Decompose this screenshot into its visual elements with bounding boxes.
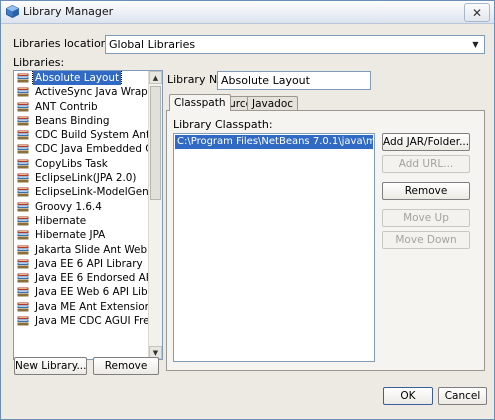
library-books-icon xyxy=(17,216,29,226)
library-books-icon xyxy=(17,159,29,169)
libraries-location-select[interactable]: Global Libraries ▼ xyxy=(105,35,485,54)
list-item[interactable]: Java ME CDC AGUI Free Layout xyxy=(14,314,148,328)
move-up-button[interactable]: Move Up xyxy=(382,209,470,227)
tab-classpath[interactable]: Classpath xyxy=(169,94,231,111)
list-item-label: ActiveSync Java Wrapper Library xyxy=(35,86,148,99)
close-button[interactable]: ✕ xyxy=(464,3,490,22)
close-icon: ✕ xyxy=(471,5,483,20)
list-item-label: Hibernate JPA xyxy=(35,229,106,242)
list-item-label: Hibernate xyxy=(35,214,87,227)
netbeans-cube-icon xyxy=(6,5,19,18)
library-name-value: Absolute Layout xyxy=(221,74,310,87)
ok-button[interactable]: OK xyxy=(383,387,433,405)
list-item-label: Java EE Web 6 API Library xyxy=(35,286,148,299)
list-item[interactable]: Jakarta Slide Ant WebDAV xyxy=(14,243,148,257)
library-books-icon xyxy=(17,202,29,212)
dialog-content: Libraries location: Global Libraries ▼ L… xyxy=(1,24,494,419)
list-item[interactable]: Absolute Layout xyxy=(14,71,148,86)
list-item[interactable]: CDC Java Embedded Client Build xyxy=(14,142,148,156)
library-books-icon xyxy=(17,245,29,255)
list-item-label: Java ME CDC AGUI Free Layout xyxy=(35,315,148,328)
libraries-list-items: Absolute LayoutActiveSync Java Wrapper L… xyxy=(14,71,148,328)
library-books-icon xyxy=(17,187,29,197)
list-item[interactable]: Java ME Ant Extension xyxy=(14,300,148,314)
list-item-label: ANT Contrib xyxy=(35,100,98,113)
scrollbar-thumb[interactable] xyxy=(150,86,161,200)
libraries-location-value: Global Libraries xyxy=(109,38,196,51)
libraries-list[interactable]: Absolute LayoutActiveSync Java Wrapper L… xyxy=(13,70,163,360)
list-item-label: CopyLibs Task xyxy=(35,157,108,170)
library-books-icon xyxy=(17,102,29,112)
list-item-label: Java EE 6 Endorsed API Library xyxy=(35,272,148,285)
list-item[interactable]: Groovy 1.6.4 xyxy=(14,200,148,214)
list-item[interactable]: EclipseLink-ModelGen(JPA 2.0) xyxy=(14,185,148,199)
list-item-label: Groovy 1.6.4 xyxy=(35,200,102,213)
library-books-icon xyxy=(17,73,29,83)
list-item-label: Beans Binding xyxy=(35,114,110,127)
list-item[interactable]: CDC Build System Ant Utilities xyxy=(14,128,148,142)
tab-javadoc[interactable]: Javadoc xyxy=(247,96,299,111)
scroll-up-icon[interactable]: ▲ xyxy=(149,71,162,84)
classpath-list[interactable]: C:\Program Files\NetBeans 7.0.1\java\mod… xyxy=(173,133,375,362)
library-name-field[interactable]: Absolute Layout xyxy=(217,71,371,90)
remove-entry-button[interactable]: Remove xyxy=(382,182,470,200)
library-books-icon xyxy=(17,144,29,154)
libraries-scrollbar[interactable]: ▲ ▼ xyxy=(148,71,162,359)
remove-library-button[interactable]: Remove xyxy=(93,357,159,375)
library-books-icon xyxy=(17,116,29,126)
library-manager-window: Library Manager ✕ Libraries location: Gl… xyxy=(0,0,495,420)
list-item[interactable]: Hibernate JPA xyxy=(14,228,148,242)
cancel-button[interactable]: Cancel xyxy=(438,387,487,405)
library-books-icon xyxy=(17,87,29,97)
list-item-label: Absolute Layout xyxy=(31,71,123,86)
list-item[interactable]: Hibernate xyxy=(14,214,148,228)
list-item[interactable]: Beans Binding xyxy=(14,114,148,128)
library-books-icon xyxy=(17,302,29,312)
library-books-icon xyxy=(17,273,29,283)
list-item-label: EclipseLink-ModelGen(JPA 2.0) xyxy=(35,186,148,199)
list-item-label: CDC Build System Ant Utilities xyxy=(35,129,148,142)
classpath-panel: Library Classpath: C:\Program Files\NetB… xyxy=(166,110,485,371)
list-item[interactable]: CopyLibs Task xyxy=(14,157,148,171)
list-item[interactable]: ANT Contrib xyxy=(14,100,148,114)
library-books-icon xyxy=(17,173,29,183)
list-item[interactable]: Java EE 6 Endorsed API Library xyxy=(14,271,148,285)
tab-javadoc-label: Javadoc xyxy=(252,98,294,110)
list-item[interactable]: Java EE 6 API Library xyxy=(14,257,148,271)
library-books-icon xyxy=(17,230,29,240)
add-jar-folder-button[interactable]: Add JAR/Folder... xyxy=(382,133,470,151)
window-title: Library Manager xyxy=(23,5,114,18)
library-books-icon xyxy=(17,259,29,269)
title-bar[interactable]: Library Manager ✕ xyxy=(1,1,494,24)
library-classpath-label: Library Classpath: xyxy=(173,118,273,131)
add-url-button[interactable]: Add URL... xyxy=(382,155,470,173)
move-down-button[interactable]: Move Down xyxy=(382,231,470,249)
chevron-down-icon[interactable]: ▼ xyxy=(468,37,483,52)
libraries-label: Libraries: xyxy=(13,56,65,69)
library-books-icon xyxy=(17,287,29,297)
list-item-label: Java ME Ant Extension xyxy=(35,300,148,313)
list-item[interactable]: ActiveSync Java Wrapper Library xyxy=(14,85,148,99)
libraries-location-label: Libraries location: xyxy=(13,37,112,50)
library-books-icon xyxy=(17,316,29,326)
tab-classpath-label: Classpath xyxy=(174,97,226,109)
list-item[interactable]: EclipseLink(JPA 2.0) xyxy=(14,171,148,185)
library-books-icon xyxy=(17,130,29,140)
list-item-label: CDC Java Embedded Client Build xyxy=(35,143,148,156)
list-item[interactable]: Java EE Web 6 API Library xyxy=(14,285,148,299)
classpath-entry[interactable]: C:\Program Files\NetBeans 7.0.1\java\mod… xyxy=(175,135,373,149)
list-item-label: Java EE 6 API Library xyxy=(35,257,143,270)
list-item-label: Jakarta Slide Ant WebDAV xyxy=(35,243,148,256)
list-item-label: EclipseLink(JPA 2.0) xyxy=(35,172,137,185)
new-library-button[interactable]: New Library... xyxy=(14,357,87,375)
